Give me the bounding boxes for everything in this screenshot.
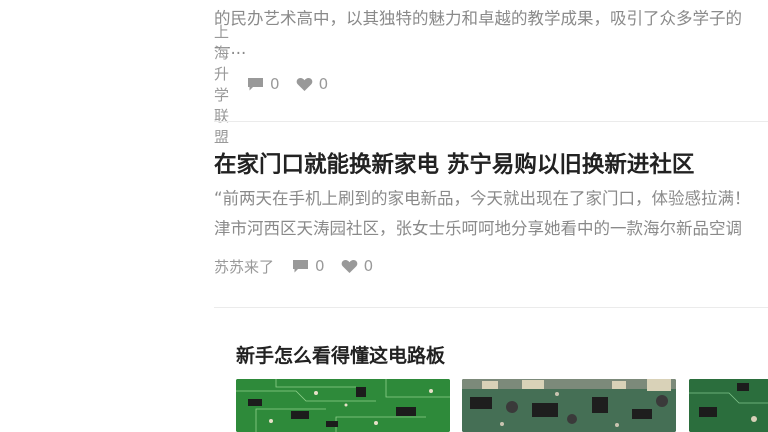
- like-count[interactable]: 0: [341, 257, 374, 275]
- circuit-board-image: [689, 379, 768, 432]
- article-meta: 苏苏来了 0 0: [214, 255, 389, 277]
- gallery-image[interactable]: [462, 379, 676, 432]
- gallery-image[interactable]: [689, 379, 768, 432]
- like-count-value: 0: [363, 257, 374, 275]
- excerpt-line: 津市河西区天涛园社区，张女士乐呵呵地分享她看中的一款海尔新品空调: [214, 219, 742, 238]
- heart-icon: [296, 77, 312, 91]
- article-excerpt: 的民办艺术高中，以其独特的魅力和卓越的教学成果，吸引了众多学子的 一...: [214, 4, 742, 64]
- comment-count[interactable]: 0: [292, 257, 325, 275]
- comment-icon: [248, 77, 264, 90]
- like-count[interactable]: 0: [296, 75, 329, 93]
- divider: [214, 121, 768, 122]
- article-title[interactable]: 在家门口就能换新家电 苏宁易购以旧换新进社区: [214, 150, 694, 180]
- author-link[interactable]: 苏苏来了: [214, 256, 274, 277]
- heart-icon: [341, 259, 357, 273]
- comment-count-value: 0: [315, 257, 325, 275]
- excerpt-line: “前两天在手机上刷到的家电新品，今天就出现在了家门口，体验感拉满！: [214, 189, 751, 208]
- excerpt-line: 一...: [214, 39, 247, 58]
- article-excerpt: “前两天在手机上刷到的家电新品，今天就出现在了家门口，体验感拉满！ 津市河西区天…: [214, 184, 751, 244]
- author-link[interactable]: 上海升学联盟: [214, 21, 229, 147]
- like-count-value: 0: [318, 75, 329, 93]
- comment-count-value: 0: [270, 75, 280, 93]
- comment-icon: [293, 259, 309, 272]
- article-meta: 上海升学联盟 0 0: [214, 23, 344, 146]
- gallery-image[interactable]: [236, 379, 450, 432]
- gallery-title[interactable]: 新手怎么看得懂这电路板: [236, 342, 445, 370]
- comment-count[interactable]: 0: [247, 75, 280, 93]
- excerpt-line: 的民办艺术高中，以其独特的魅力和卓越的教学成果，吸引了众多学子的: [214, 9, 742, 28]
- divider: [214, 307, 768, 308]
- circuit-board-image: [462, 379, 676, 432]
- circuit-board-image: [236, 379, 450, 432]
